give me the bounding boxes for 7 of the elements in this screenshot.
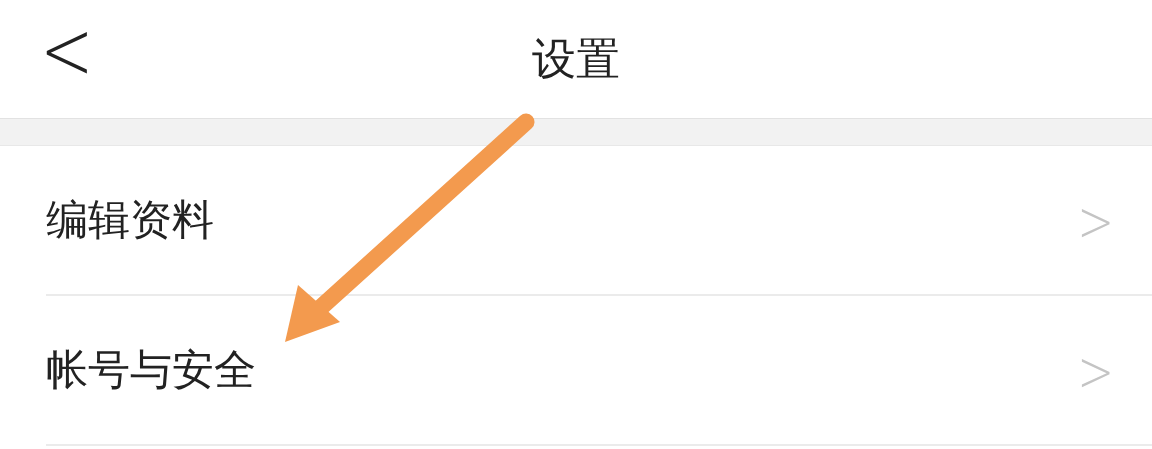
back-button[interactable]: <	[40, 8, 94, 92]
chevron: >	[1077, 336, 1114, 404]
settings-item[interactable]: 编辑资料 >	[46, 146, 1152, 296]
chevron: >	[1077, 186, 1114, 254]
item-label: 帐号与安全	[46, 344, 256, 396]
page-title: 设置	[532, 31, 620, 86]
item-label: 编辑资料	[46, 194, 214, 246]
